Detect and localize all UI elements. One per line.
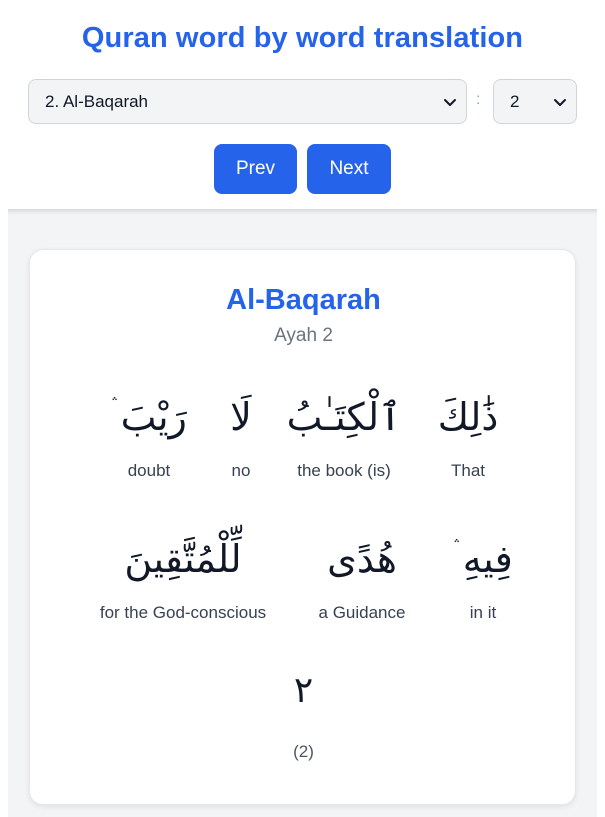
word-arabic: ذَٰلِكَ	[437, 395, 499, 439]
word-translation: doubt	[127, 461, 171, 480]
prev-button[interactable]: Prev	[214, 144, 297, 194]
word-arabic: فِيهِ ۛ	[453, 537, 513, 581]
ayah-number-arabic: ٢	[293, 670, 314, 711]
surah-select[interactable]: 2. Al-Baqarah	[28, 79, 467, 124]
ayah-label: Ayah 2	[274, 325, 333, 346]
top-bar: Quran word by word translation 2. Al-Baq…	[0, 0, 605, 209]
word-item: ٱلْكِتَـٰبُ the book (is)	[284, 390, 404, 481]
ayah-select-value: 2	[510, 91, 520, 111]
chevron-down-icon	[554, 99, 566, 106]
ayah-select[interactable]: 2	[493, 79, 577, 124]
word-item: لَا no	[216, 390, 266, 481]
word-item: ذَٰلِكَ That	[428, 390, 508, 481]
word-translation: for the God-conscious	[99, 603, 267, 622]
ayah-number: (2)	[293, 742, 314, 761]
word-arabic: ٱلْكِتَـٰبُ	[286, 395, 402, 439]
surah-select-value: 2. Al-Baqarah	[45, 91, 149, 111]
word-arabic: رَيْبَ ۛ	[111, 395, 187, 439]
word-translation: the book (is)	[297, 461, 391, 480]
word-item: رَيْبَ ۛ doubt	[104, 390, 194, 481]
ayah-card: Al-Baqarah Ayah 2 ذَٰلِكَ That ٱلْكِتَـٰ…	[29, 249, 576, 805]
surah-name: Al-Baqarah	[226, 284, 381, 316]
word-arabic: هُدًى	[327, 537, 397, 581]
word-translation: That	[450, 461, 486, 480]
word-arabic: لِّلْمُتَّقِينَ	[124, 537, 242, 581]
word-translation: in it	[469, 603, 497, 622]
word-item: فِيهِ ۛ in it	[443, 532, 523, 623]
select-separator: :	[476, 91, 481, 108]
word-translation: a Guidance	[318, 603, 406, 622]
page-title: Quran word by word translation	[81, 22, 524, 54]
word-arabic: لَا	[230, 395, 252, 439]
word-item: لِّلْمُتَّقِينَ for the God-conscious	[86, 532, 280, 623]
next-button[interactable]: Next	[307, 144, 391, 194]
chevron-down-icon	[444, 99, 456, 106]
word-item: هُدًى a Guidance	[307, 532, 417, 623]
word-translation: no	[231, 461, 251, 480]
